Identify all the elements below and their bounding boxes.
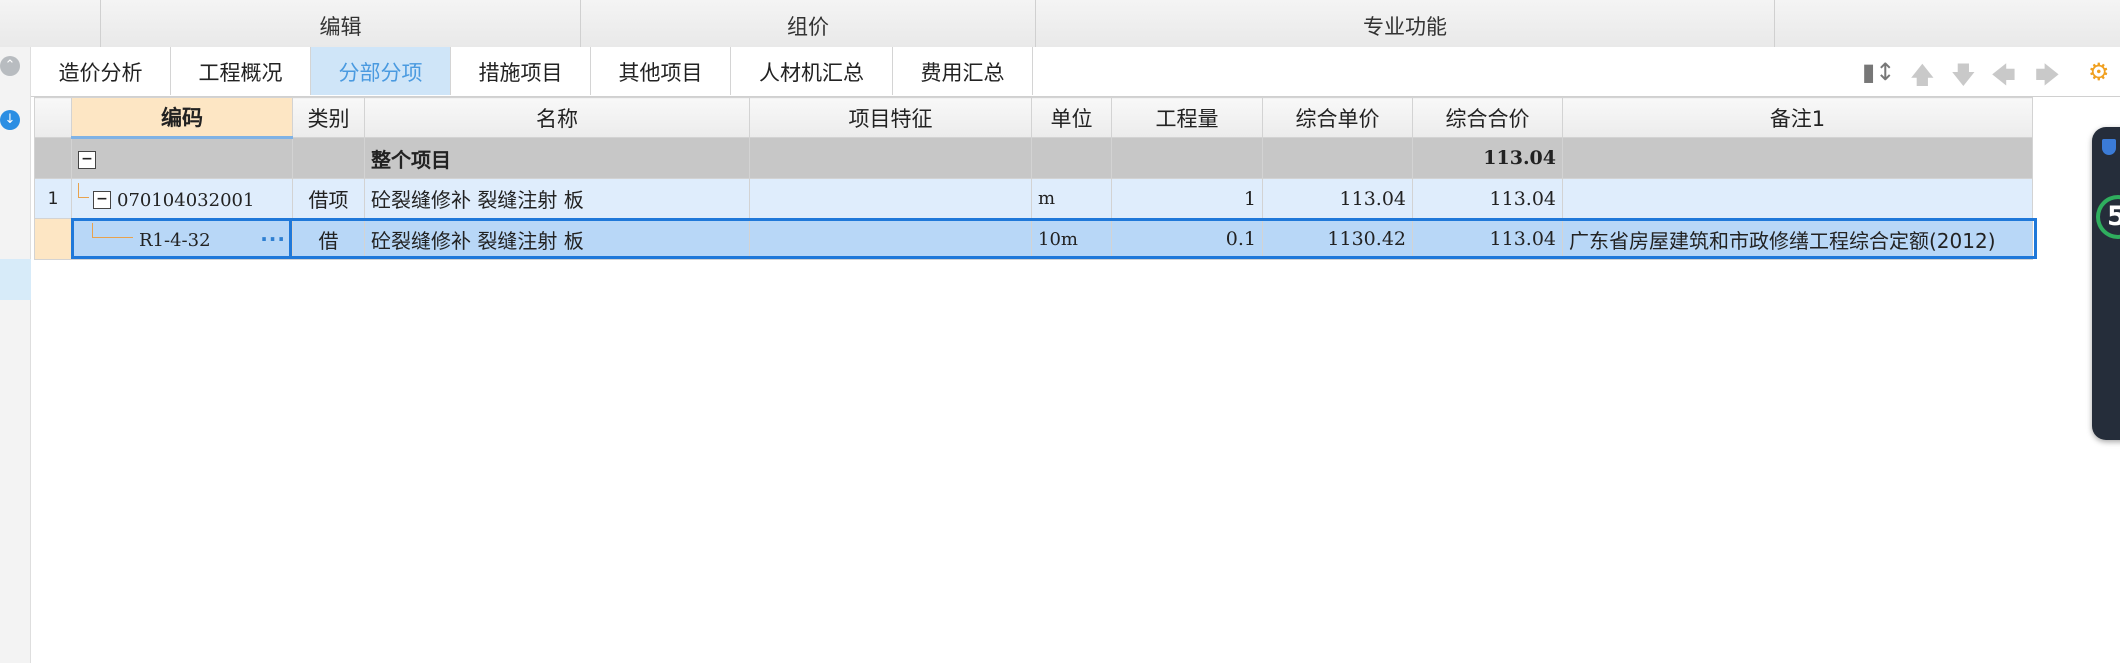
cell-remark[interactable]: 广东省房屋建筑和市政修缮工程综合定额(2012) bbox=[1562, 218, 2033, 260]
header-rowno bbox=[34, 97, 72, 138]
tab-label: 其他项目 bbox=[618, 61, 703, 85]
arrow-right-icon[interactable]: 🡆 bbox=[2035, 58, 2060, 99]
arrow-down-icon[interactable]: 🡇 bbox=[1951, 58, 1976, 99]
tab-cost-analysis[interactable]: 造价分析 bbox=[31, 47, 171, 95]
ribbon-group-professional[interactable]: 专业功能 bbox=[1035, 0, 1775, 47]
tab-project-overview[interactable]: 工程概况 bbox=[171, 47, 311, 95]
column-split-icon[interactable]: ▮↕ bbox=[1862, 58, 1895, 86]
cell-qty[interactable]: 0.1 bbox=[1111, 218, 1263, 260]
shield-icon bbox=[2102, 139, 2116, 155]
header-qty[interactable]: 工程量 bbox=[1111, 97, 1263, 138]
cell-rowno bbox=[34, 137, 72, 179]
cell-unit-price[interactable]: 1130.42 bbox=[1262, 218, 1413, 260]
cell-unit-price[interactable] bbox=[1262, 137, 1413, 179]
ribbon-bar: 编辑 组价 专业功能 bbox=[0, 0, 2120, 48]
floating-performance-widget[interactable]: 5 bbox=[2092, 127, 2120, 440]
cell-remark[interactable] bbox=[1562, 137, 2033, 179]
ribbon-group-edit[interactable]: 编辑 bbox=[100, 0, 580, 47]
settings-grid-icon[interactable]: ⚙ bbox=[2088, 58, 2110, 86]
ribbon-group-label: 专业功能 bbox=[1363, 15, 1447, 39]
tab-label: 费用汇总 bbox=[920, 61, 1005, 85]
header-remark[interactable]: 备注1 bbox=[1562, 97, 2033, 138]
cell-rowno: 1 bbox=[34, 178, 72, 219]
tab-other-items[interactable]: 其他项目 bbox=[591, 47, 731, 95]
download-icon[interactable]: ↓ bbox=[0, 110, 20, 130]
cell-total-price[interactable]: 113.04 bbox=[1412, 137, 1563, 179]
cell-remark[interactable] bbox=[1562, 178, 2033, 219]
header-name[interactable]: 名称 bbox=[364, 97, 750, 138]
tab-bar: 造价分析 工程概况 分部分项 措施项目 其他项目 人材机汇总 费用汇总 bbox=[31, 47, 2120, 97]
cell-code[interactable]: − bbox=[71, 137, 293, 179]
cell-unit[interactable]: 10m bbox=[1031, 218, 1112, 260]
cell-unit[interactable]: m bbox=[1031, 178, 1112, 219]
collapse-up-icon[interactable]: ⌃ bbox=[0, 56, 20, 76]
header-feature[interactable]: 项目特征 bbox=[749, 97, 1032, 138]
tab-label: 造价分析 bbox=[58, 61, 143, 85]
cell-name[interactable]: 整个项目 bbox=[364, 137, 750, 179]
more-options-icon[interactable]: ··· bbox=[260, 227, 286, 251]
cell-total-price[interactable]: 113.04 bbox=[1412, 178, 1563, 219]
tab-sub-items[interactable]: 分部分项 bbox=[311, 47, 451, 95]
rail-selected-item[interactable] bbox=[0, 259, 31, 300]
tree-connector bbox=[78, 182, 89, 198]
cell-code[interactable]: R1-4-32 ··· bbox=[71, 218, 293, 260]
table-header-row: 编码 类别 名称 项目特征 单位 工程量 综合单价 综合合价 备注1 bbox=[34, 97, 2033, 139]
ribbon-group-label: 组价 bbox=[787, 15, 829, 39]
widget-score: 5 bbox=[2107, 201, 2120, 232]
cell-type[interactable]: 借 bbox=[292, 218, 365, 260]
collapse-icon[interactable]: − bbox=[78, 151, 96, 169]
ribbon-group-label: 编辑 bbox=[319, 15, 362, 39]
cell-type[interactable]: 借项 bbox=[292, 178, 365, 219]
tab-labor-material-summary[interactable]: 人材机汇总 bbox=[731, 47, 893, 95]
header-unit-price[interactable]: 综合单价 bbox=[1262, 97, 1413, 138]
header-unit[interactable]: 单位 bbox=[1031, 97, 1112, 138]
cell-feature[interactable] bbox=[749, 218, 1032, 260]
arrow-left-icon[interactable]: 🡄 bbox=[1991, 58, 2016, 99]
tab-label: 人材机汇总 bbox=[759, 61, 864, 85]
cell-qty[interactable] bbox=[1111, 137, 1263, 179]
ribbon-group-pricing[interactable]: 组价 bbox=[580, 0, 1035, 47]
tree-connector bbox=[92, 223, 133, 238]
cell-feature[interactable] bbox=[749, 137, 1032, 179]
tab-label: 分部分项 bbox=[338, 61, 423, 85]
cell-qty[interactable]: 1 bbox=[1111, 178, 1263, 219]
left-rail: ⌃ ↓ bbox=[0, 47, 31, 663]
cell-code[interactable]: −070104032001 bbox=[71, 178, 293, 219]
cell-total-price[interactable]: 113.04 bbox=[1412, 218, 1563, 260]
header-type[interactable]: 类别 bbox=[292, 97, 365, 138]
arrow-up-icon[interactable]: 🡅 bbox=[1910, 58, 1935, 99]
header-total-price[interactable]: 综合合价 bbox=[1412, 97, 1563, 138]
table-row-total[interactable]: − 整个项目 113.04 bbox=[34, 137, 2033, 179]
code-text: 070104032001 bbox=[117, 189, 255, 211]
tab-label: 措施项目 bbox=[478, 61, 563, 85]
header-code[interactable]: 编码 bbox=[71, 97, 293, 139]
cell-feature[interactable] bbox=[749, 178, 1032, 219]
cell-unit-price[interactable]: 113.04 bbox=[1262, 178, 1413, 219]
tab-label: 工程概况 bbox=[198, 61, 283, 85]
cell-type[interactable] bbox=[292, 137, 365, 179]
table-row[interactable]: R1-4-32 ··· 借 砼裂缝修补 裂缝注射 板 10m 0.1 1130.4… bbox=[34, 218, 2033, 260]
tab-fee-summary[interactable]: 费用汇总 bbox=[893, 47, 1033, 95]
cell-unit[interactable] bbox=[1031, 137, 1112, 179]
collapse-icon[interactable]: − bbox=[93, 191, 111, 209]
table-row[interactable]: 1 −070104032001 借项 砼裂缝修补 裂缝注射 板 m 1 113.… bbox=[34, 178, 2033, 219]
cell-name[interactable]: 砼裂缝修补 裂缝注射 板 bbox=[364, 218, 750, 260]
bill-of-quantities-table: 编码 类别 名称 项目特征 单位 工程量 综合单价 综合合价 备注1 − 整个项… bbox=[34, 97, 2033, 260]
tab-measures[interactable]: 措施项目 bbox=[451, 47, 591, 95]
cell-rowno bbox=[34, 218, 72, 260]
cell-name[interactable]: 砼裂缝修补 裂缝注射 板 bbox=[364, 178, 750, 219]
code-text: R1-4-32 bbox=[139, 230, 211, 251]
